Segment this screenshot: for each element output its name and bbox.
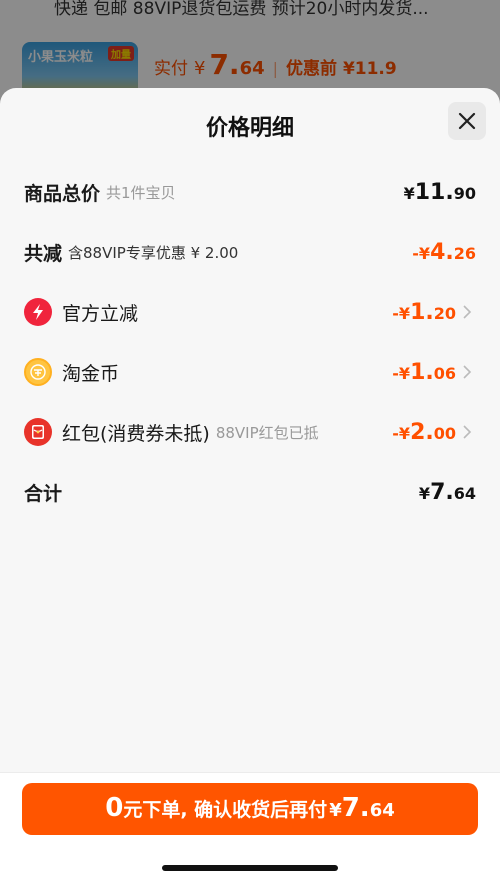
row-note: 88VIP红包已抵	[215, 423, 319, 442]
cta-amount-decimal: 64	[369, 800, 395, 821]
amount-integer: 1.	[410, 359, 434, 385]
amount-decimal: 26	[453, 243, 476, 263]
lightning-icon	[24, 298, 52, 326]
row-total-goods: 商品总价 共1件宝贝 ¥11. 90	[24, 172, 476, 212]
chevron-right-icon	[463, 425, 472, 439]
row-amount: ¥11. 90	[404, 180, 476, 205]
amount-decimal: 06	[433, 363, 456, 383]
row-grand-total: 合计 ¥7. 64	[24, 472, 476, 512]
close-icon	[458, 112, 476, 130]
row-label: 合计	[24, 482, 63, 505]
row-label: 共减	[24, 242, 63, 265]
bottom-bar: 0 元下单, 确认收货后再付 ¥ 7. 64	[0, 772, 500, 879]
amount-currency: ¥	[418, 483, 431, 503]
row-amount: -¥ 4. 26	[412, 240, 476, 265]
amount-integer: 11.	[414, 179, 454, 205]
amount-currency: -¥	[392, 303, 411, 323]
row-amount: -¥ 1. 20	[392, 300, 456, 325]
row-red-packet[interactable]: 红包(消费券未抵) 88VIP红包已抵 -¥ 2. 00	[24, 412, 476, 452]
row-taojinbi[interactable]: 淘金币 -¥ 1. 06	[24, 352, 476, 392]
row-label: 红包(消费券未抵)	[62, 422, 210, 445]
amount-decimal: 00	[433, 423, 456, 443]
amount-decimal: 20	[433, 303, 456, 323]
sheet-title: 价格明细	[205, 116, 294, 141]
amount-currency: -¥	[392, 423, 411, 443]
row-label: 淘金币	[62, 362, 120, 385]
cta-zero: 0	[105, 793, 124, 823]
row-amount: ¥7. 64	[419, 480, 476, 505]
amount-integer: 4.	[430, 239, 454, 265]
amount-decimal: 64	[453, 483, 476, 503]
amount-decimal: 90	[453, 183, 476, 203]
amount-integer: 7.	[430, 479, 454, 505]
amount-currency: ¥	[403, 183, 415, 203]
coin-icon	[24, 358, 52, 386]
chevron-right-icon	[463, 305, 472, 319]
amount-integer: 2.	[410, 419, 434, 445]
cta-amount-integer: 7.	[341, 793, 370, 823]
row-official-discount[interactable]: 官方立减 -¥ 1. 20	[24, 292, 476, 332]
amount-currency: -¥	[392, 363, 411, 383]
row-amount: -¥ 2. 00	[392, 420, 456, 445]
cta-currency: ¥	[329, 800, 342, 821]
close-button[interactable]	[448, 102, 486, 140]
red-packet-icon	[24, 418, 52, 446]
price-detail-sheet: 价格明细 商品总价 共1件宝贝 ¥11. 90 共减 含88VIP专享优惠 ¥ 2…	[0, 88, 500, 879]
row-total-discount: 共减 含88VIP专享优惠 ¥ 2.00 -¥ 4. 26	[24, 232, 476, 272]
amount-integer: 1.	[410, 299, 434, 325]
cta-text: 元下单, 确认收货后再付	[123, 799, 328, 821]
row-label: 官方立减	[62, 302, 139, 325]
row-label: 商品总价	[24, 182, 101, 205]
home-indicator[interactable]	[162, 865, 338, 871]
amount-currency: -¥	[412, 243, 431, 263]
row-amount: -¥ 1. 06	[392, 360, 456, 385]
row-note: 共1件宝贝	[106, 183, 176, 202]
chevron-right-icon	[463, 365, 472, 379]
place-order-button[interactable]: 0 元下单, 确认收货后再付 ¥ 7. 64	[22, 783, 478, 835]
row-note: 含88VIP专享优惠 ¥ 2.00	[68, 243, 239, 262]
